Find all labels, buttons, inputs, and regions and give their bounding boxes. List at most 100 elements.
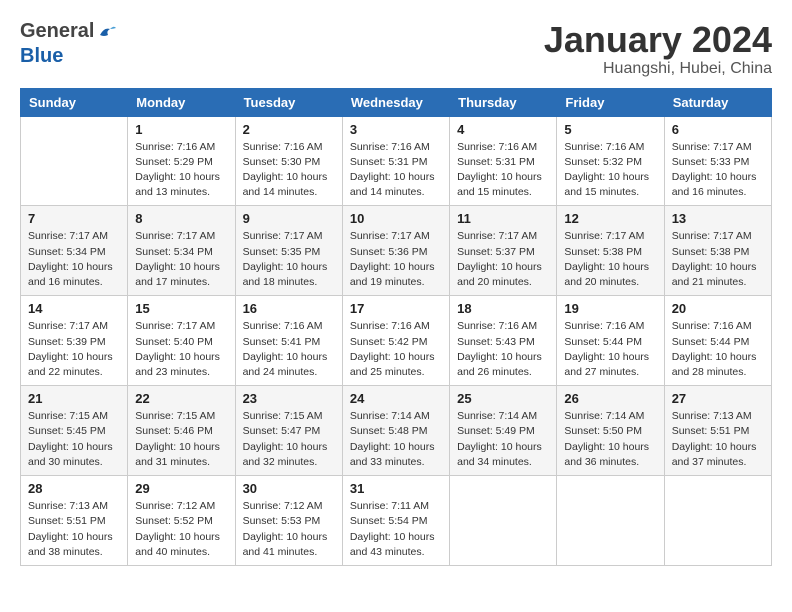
- day-detail: Sunrise: 7:13 AMSunset: 5:51 PMDaylight:…: [28, 499, 120, 560]
- calendar-day-cell: 10 Sunrise: 7:17 AMSunset: 5:36 PMDaylig…: [342, 206, 449, 296]
- day-number: 19: [564, 301, 656, 316]
- calendar-day-cell: 21 Sunrise: 7:15 AMSunset: 5:45 PMDaylig…: [21, 386, 128, 476]
- weekday-header-friday: Friday: [557, 88, 664, 116]
- weekday-header-wednesday: Wednesday: [342, 88, 449, 116]
- calendar-day-cell: 20 Sunrise: 7:16 AMSunset: 5:44 PMDaylig…: [664, 296, 771, 386]
- day-number: 31: [350, 481, 442, 496]
- day-number: 15: [135, 301, 227, 316]
- calendar-day-cell: 8 Sunrise: 7:17 AMSunset: 5:34 PMDayligh…: [128, 206, 235, 296]
- calendar-day-cell: 19 Sunrise: 7:16 AMSunset: 5:44 PMDaylig…: [557, 296, 664, 386]
- day-number: 21: [28, 391, 120, 406]
- day-number: 13: [672, 211, 764, 226]
- day-number: 16: [243, 301, 335, 316]
- day-detail: Sunrise: 7:14 AMSunset: 5:48 PMDaylight:…: [350, 409, 442, 470]
- calendar-day-cell: 24 Sunrise: 7:14 AMSunset: 5:48 PMDaylig…: [342, 386, 449, 476]
- day-number: 25: [457, 391, 549, 406]
- day-detail: Sunrise: 7:15 AMSunset: 5:46 PMDaylight:…: [135, 409, 227, 470]
- day-number: 10: [350, 211, 442, 226]
- calendar-day-cell: 28 Sunrise: 7:13 AMSunset: 5:51 PMDaylig…: [21, 476, 128, 566]
- day-detail: Sunrise: 7:17 AMSunset: 5:34 PMDaylight:…: [28, 229, 120, 290]
- day-number: 2: [243, 122, 335, 137]
- day-detail: Sunrise: 7:17 AMSunset: 5:36 PMDaylight:…: [350, 229, 442, 290]
- day-number: 1: [135, 122, 227, 137]
- day-detail: Sunrise: 7:17 AMSunset: 5:38 PMDaylight:…: [672, 229, 764, 290]
- calendar-day-cell: [664, 476, 771, 566]
- calendar-day-cell: 29 Sunrise: 7:12 AMSunset: 5:52 PMDaylig…: [128, 476, 235, 566]
- calendar-day-cell: 1 Sunrise: 7:16 AMSunset: 5:29 PMDayligh…: [128, 116, 235, 206]
- day-detail: Sunrise: 7:16 AMSunset: 5:30 PMDaylight:…: [243, 140, 335, 201]
- calendar-day-cell: 12 Sunrise: 7:17 AMSunset: 5:38 PMDaylig…: [557, 206, 664, 296]
- day-detail: Sunrise: 7:17 AMSunset: 5:40 PMDaylight:…: [135, 319, 227, 380]
- day-number: 26: [564, 391, 656, 406]
- day-detail: Sunrise: 7:16 AMSunset: 5:44 PMDaylight:…: [564, 319, 656, 380]
- day-number: 5: [564, 122, 656, 137]
- day-number: 29: [135, 481, 227, 496]
- day-detail: Sunrise: 7:16 AMSunset: 5:29 PMDaylight:…: [135, 140, 227, 201]
- calendar-day-cell: 4 Sunrise: 7:16 AMSunset: 5:31 PMDayligh…: [450, 116, 557, 206]
- day-detail: Sunrise: 7:16 AMSunset: 5:43 PMDaylight:…: [457, 319, 549, 380]
- day-detail: Sunrise: 7:17 AMSunset: 5:34 PMDaylight:…: [135, 229, 227, 290]
- day-detail: Sunrise: 7:16 AMSunset: 5:44 PMDaylight:…: [672, 319, 764, 380]
- calendar-table: SundayMondayTuesdayWednesdayThursdayFrid…: [20, 88, 772, 566]
- calendar-day-cell: 6 Sunrise: 7:17 AMSunset: 5:33 PMDayligh…: [664, 116, 771, 206]
- day-number: 14: [28, 301, 120, 316]
- calendar-week-row: 28 Sunrise: 7:13 AMSunset: 5:51 PMDaylig…: [21, 476, 772, 566]
- weekday-header-tuesday: Tuesday: [235, 88, 342, 116]
- calendar-day-cell: 16 Sunrise: 7:16 AMSunset: 5:41 PMDaylig…: [235, 296, 342, 386]
- calendar-week-row: 14 Sunrise: 7:17 AMSunset: 5:39 PMDaylig…: [21, 296, 772, 386]
- day-number: 9: [243, 211, 335, 226]
- day-number: 24: [350, 391, 442, 406]
- calendar-day-cell: 14 Sunrise: 7:17 AMSunset: 5:39 PMDaylig…: [21, 296, 128, 386]
- day-detail: Sunrise: 7:12 AMSunset: 5:52 PMDaylight:…: [135, 499, 227, 560]
- day-detail: Sunrise: 7:17 AMSunset: 5:39 PMDaylight:…: [28, 319, 120, 380]
- day-detail: Sunrise: 7:16 AMSunset: 5:32 PMDaylight:…: [564, 140, 656, 201]
- weekday-header-monday: Monday: [128, 88, 235, 116]
- day-detail: Sunrise: 7:17 AMSunset: 5:37 PMDaylight:…: [457, 229, 549, 290]
- calendar-day-cell: 27 Sunrise: 7:13 AMSunset: 5:51 PMDaylig…: [664, 386, 771, 476]
- weekday-header-row: SundayMondayTuesdayWednesdayThursdayFrid…: [21, 88, 772, 116]
- day-number: 28: [28, 481, 120, 496]
- calendar-day-cell: 7 Sunrise: 7:17 AMSunset: 5:34 PMDayligh…: [21, 206, 128, 296]
- calendar-subtitle: Huangshi, Hubei, China: [544, 60, 772, 78]
- day-detail: Sunrise: 7:16 AMSunset: 5:42 PMDaylight:…: [350, 319, 442, 380]
- logo-bird-icon: [96, 21, 118, 43]
- day-detail: Sunrise: 7:17 AMSunset: 5:38 PMDaylight:…: [564, 229, 656, 290]
- logo-blue: Blue: [20, 45, 63, 67]
- day-detail: Sunrise: 7:11 AMSunset: 5:54 PMDaylight:…: [350, 499, 442, 560]
- day-number: 17: [350, 301, 442, 316]
- day-detail: Sunrise: 7:12 AMSunset: 5:53 PMDaylight:…: [243, 499, 335, 560]
- day-number: 18: [457, 301, 549, 316]
- calendar-day-cell: [557, 476, 664, 566]
- calendar-day-cell: 5 Sunrise: 7:16 AMSunset: 5:32 PMDayligh…: [557, 116, 664, 206]
- day-detail: Sunrise: 7:13 AMSunset: 5:51 PMDaylight:…: [672, 409, 764, 470]
- calendar-day-cell: 15 Sunrise: 7:17 AMSunset: 5:40 PMDaylig…: [128, 296, 235, 386]
- day-number: 27: [672, 391, 764, 406]
- day-number: 3: [350, 122, 442, 137]
- day-number: 12: [564, 211, 656, 226]
- calendar-day-cell: 31 Sunrise: 7:11 AMSunset: 5:54 PMDaylig…: [342, 476, 449, 566]
- day-number: 4: [457, 122, 549, 137]
- calendar-day-cell: 26 Sunrise: 7:14 AMSunset: 5:50 PMDaylig…: [557, 386, 664, 476]
- day-number: 7: [28, 211, 120, 226]
- day-number: 20: [672, 301, 764, 316]
- calendar-week-row: 21 Sunrise: 7:15 AMSunset: 5:45 PMDaylig…: [21, 386, 772, 476]
- day-detail: Sunrise: 7:16 AMSunset: 5:41 PMDaylight:…: [243, 319, 335, 380]
- day-detail: Sunrise: 7:15 AMSunset: 5:45 PMDaylight:…: [28, 409, 120, 470]
- calendar-day-cell: 2 Sunrise: 7:16 AMSunset: 5:30 PMDayligh…: [235, 116, 342, 206]
- calendar-day-cell: [450, 476, 557, 566]
- weekday-header-saturday: Saturday: [664, 88, 771, 116]
- calendar-day-cell: 9 Sunrise: 7:17 AMSunset: 5:35 PMDayligh…: [235, 206, 342, 296]
- calendar-day-cell: 25 Sunrise: 7:14 AMSunset: 5:49 PMDaylig…: [450, 386, 557, 476]
- weekday-header-thursday: Thursday: [450, 88, 557, 116]
- day-detail: Sunrise: 7:16 AMSunset: 5:31 PMDaylight:…: [350, 140, 442, 201]
- day-detail: Sunrise: 7:14 AMSunset: 5:49 PMDaylight:…: [457, 409, 549, 470]
- calendar-day-cell: 17 Sunrise: 7:16 AMSunset: 5:42 PMDaylig…: [342, 296, 449, 386]
- calendar-day-cell: [21, 116, 128, 206]
- weekday-header-sunday: Sunday: [21, 88, 128, 116]
- day-detail: Sunrise: 7:16 AMSunset: 5:31 PMDaylight:…: [457, 140, 549, 201]
- day-detail: Sunrise: 7:17 AMSunset: 5:35 PMDaylight:…: [243, 229, 335, 290]
- calendar-week-row: 7 Sunrise: 7:17 AMSunset: 5:34 PMDayligh…: [21, 206, 772, 296]
- calendar-day-cell: 13 Sunrise: 7:17 AMSunset: 5:38 PMDaylig…: [664, 206, 771, 296]
- calendar-day-cell: 3 Sunrise: 7:16 AMSunset: 5:31 PMDayligh…: [342, 116, 449, 206]
- calendar-day-cell: 18 Sunrise: 7:16 AMSunset: 5:43 PMDaylig…: [450, 296, 557, 386]
